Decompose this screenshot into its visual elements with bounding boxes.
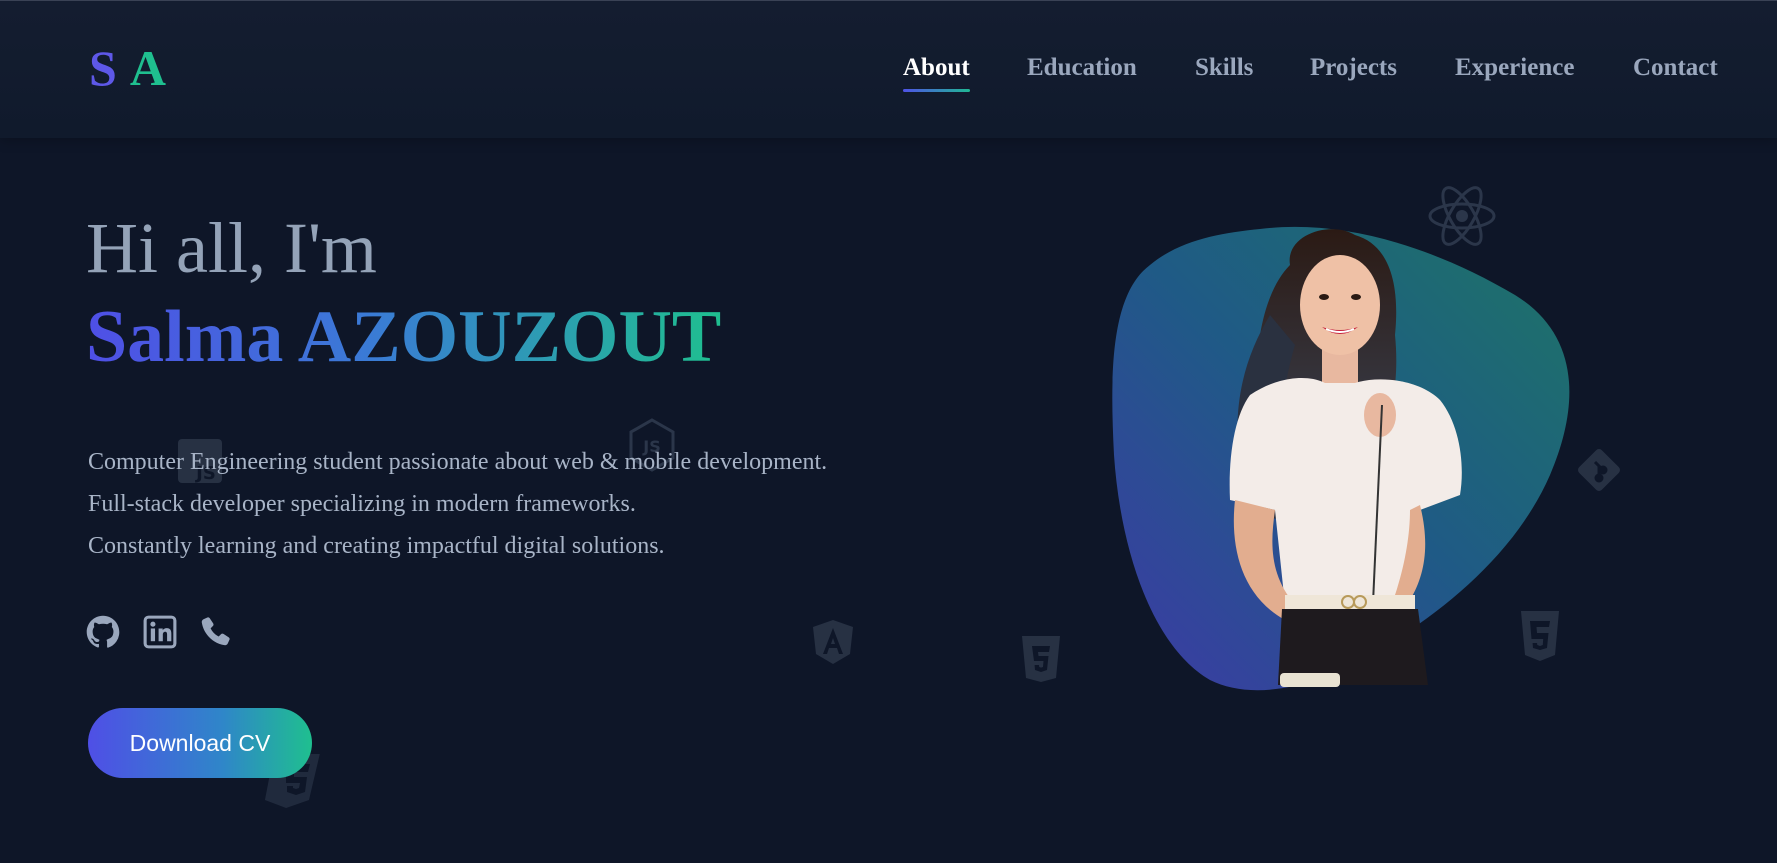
navbar: SA About Education Skills Projects Exper… xyxy=(0,0,1777,138)
profile-photo xyxy=(1110,225,1580,695)
nav-projects[interactable]: Projects xyxy=(1310,52,1397,84)
git-icon xyxy=(1575,446,1623,494)
hero-description-line-1: Computer Engineering student passionate … xyxy=(88,449,828,475)
download-cv-button[interactable]: Download CV xyxy=(88,708,312,778)
nav-experience[interactable]: Experience xyxy=(1455,52,1574,84)
phone-icon[interactable] xyxy=(198,615,232,649)
nav-about[interactable]: About xyxy=(903,52,970,92)
nav-skills[interactable]: Skills xyxy=(1195,52,1253,84)
github-icon[interactable] xyxy=(86,615,120,649)
logo-initial-s: S xyxy=(89,40,118,96)
nav-contact[interactable]: Contact xyxy=(1633,52,1718,84)
angular-icon xyxy=(811,618,855,666)
nav-about-label: About xyxy=(903,54,970,81)
hero-greeting: Hi all, I'm xyxy=(86,208,377,288)
active-nav-underline xyxy=(903,89,970,92)
hero-description-line-2: Full-stack developer specializing in mod… xyxy=(88,491,636,517)
logo-initial-a: A xyxy=(129,40,167,96)
hero-name: Salma AZOUZOUT xyxy=(86,296,722,378)
hero-description-line-3: Constantly learning and creating impactf… xyxy=(88,533,665,559)
linkedin-icon[interactable] xyxy=(143,615,177,649)
logo[interactable]: SA xyxy=(89,38,167,98)
css3-icon-middle xyxy=(1019,634,1063,684)
nav-education[interactable]: Education xyxy=(1027,52,1137,84)
